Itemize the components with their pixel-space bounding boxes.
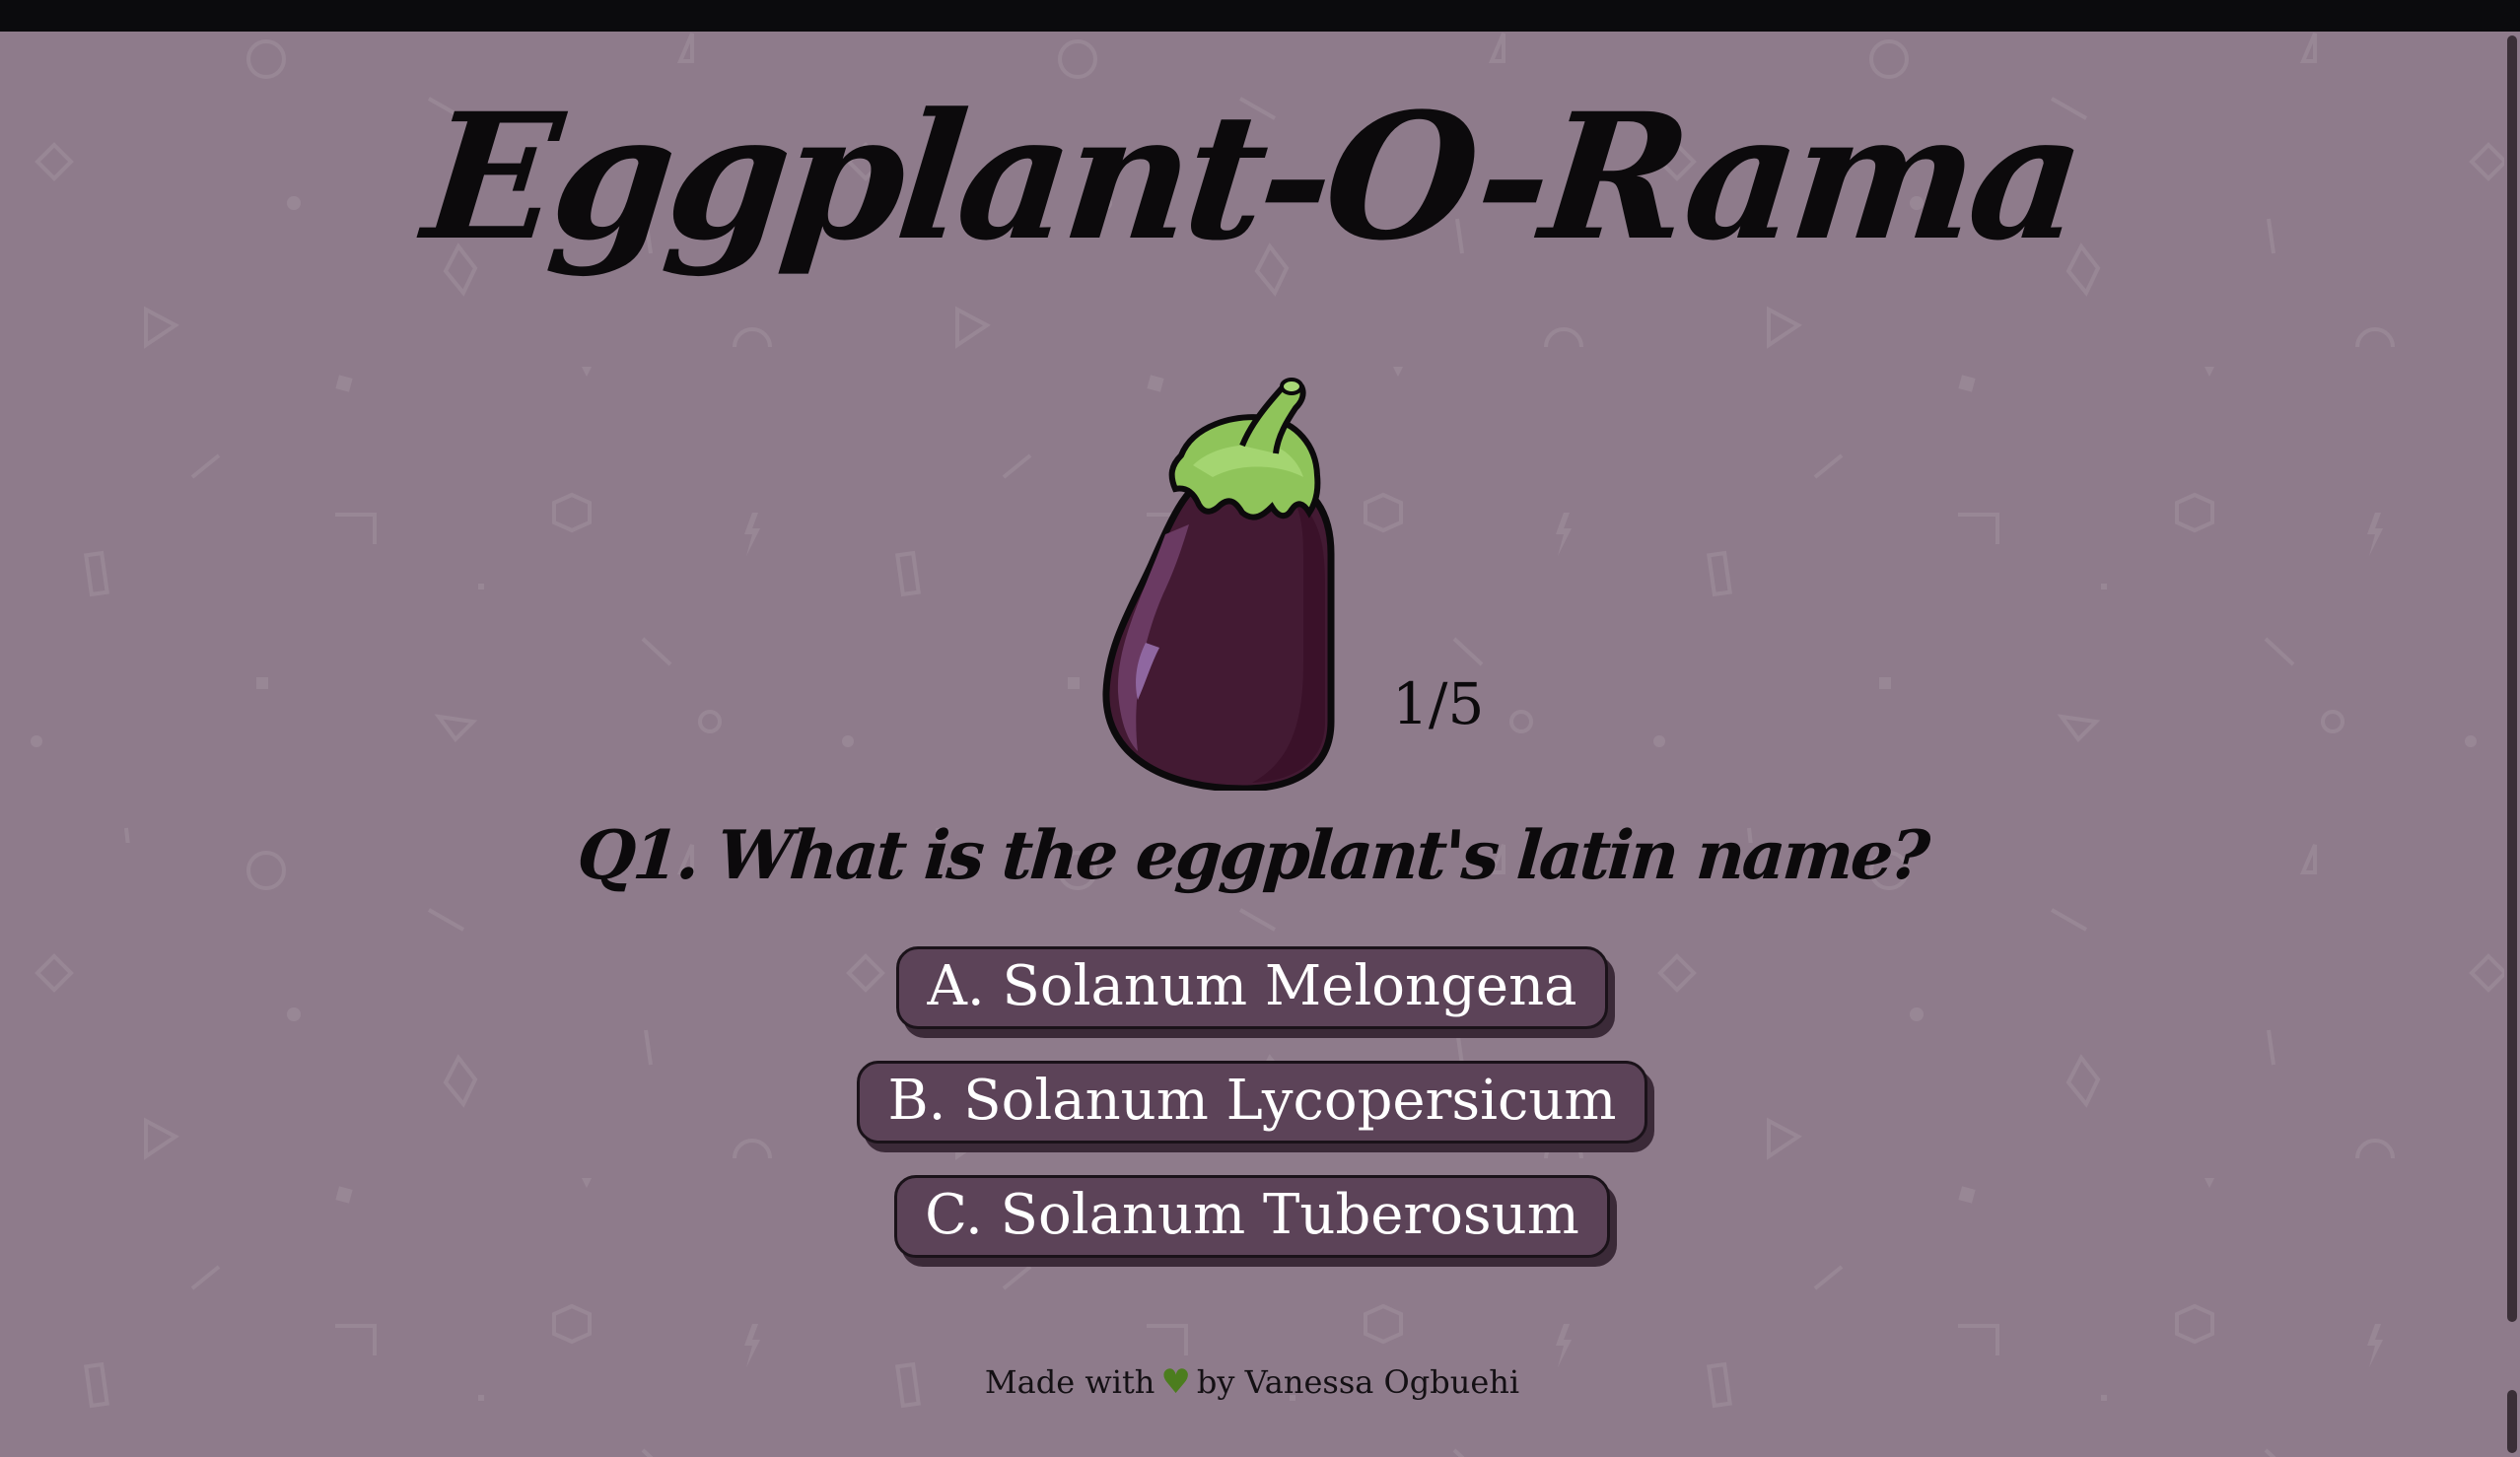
heart-icon: ♥	[1160, 1362, 1191, 1402]
app-title: Eggplant-O-Rama	[416, 75, 2088, 279]
progress-counter: 1/5	[1392, 670, 1485, 737]
scrollbar-thumb[interactable]	[2507, 35, 2517, 1322]
footer-credit: Made with ♥ by Vanessa Ogbuehi	[0, 1362, 2504, 1402]
answer-c-button[interactable]: C. Solanum Tuberosum	[894, 1175, 1610, 1258]
question-text: Q1. What is the eggplant's latin name?	[574, 816, 1930, 895]
footer-author: by Vanessa Ogbuehi	[1196, 1363, 1520, 1401]
answer-list: A. Solanum Melongena B. Solanum Lycopers…	[0, 946, 2504, 1289]
footer-made-with: Made with	[984, 1363, 1155, 1401]
browser-top-bar	[0, 0, 2520, 32]
scrollbar-thumb-lower[interactable]	[2507, 1390, 2517, 1453]
eggplant-icon	[1102, 378, 1335, 791]
answer-a-button[interactable]: A. Solanum Melongena	[896, 946, 1608, 1029]
answer-b-button[interactable]: B. Solanum Lycopersicum	[857, 1061, 1647, 1144]
